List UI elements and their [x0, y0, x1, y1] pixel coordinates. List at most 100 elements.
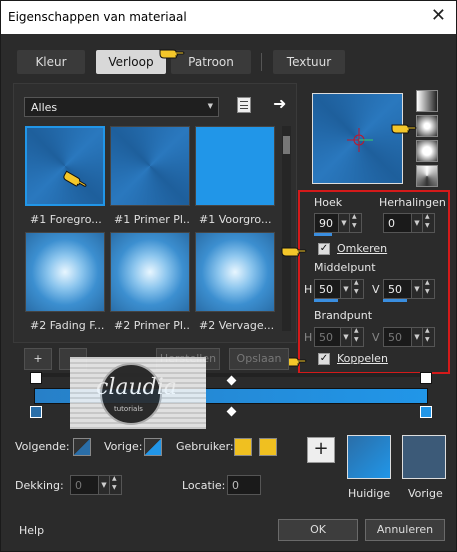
add-color-button[interactable]: +: [307, 437, 335, 463]
spinner-icon: [351, 327, 363, 346]
volgende-label: Volgende:: [15, 440, 70, 453]
scrollbar-thumb[interactable]: [283, 136, 290, 154]
dropdown-icon: ▼: [98, 476, 109, 494]
omkeren-label[interactable]: Omkeren: [337, 242, 387, 255]
midpoint-diamond-bottom[interactable]: [226, 406, 237, 417]
middel-v-input[interactable]: 50 ▼: [383, 279, 435, 299]
spinner-icon[interactable]: [422, 213, 434, 232]
dropdown-icon[interactable]: ▼: [340, 280, 351, 298]
top-left-stop-icon[interactable]: [30, 372, 42, 384]
herhalingen-value: 0: [388, 217, 395, 230]
bottom-right-stop-icon[interactable]: [420, 406, 432, 418]
hoek-input[interactable]: 90 ▼: [314, 213, 362, 233]
brand-h-input: 50 ▼: [314, 327, 364, 347]
rectangular-style-icon[interactable]: [416, 115, 438, 137]
arrow-right-icon[interactable]: ➜: [273, 94, 286, 113]
vorige-swatch-label: Vorige: [408, 487, 443, 500]
middel-h-slider[interactable]: [314, 299, 338, 302]
koppelen-label[interactable]: Koppelen: [337, 352, 388, 365]
scrollbar[interactable]: [282, 126, 291, 331]
radial-style-icon[interactable]: [416, 140, 438, 162]
volgende-swatch[interactable]: [73, 438, 91, 456]
gradient-thumb-1-foreground[interactable]: [25, 126, 105, 206]
locatie-input[interactable]: 0: [227, 475, 261, 495]
hoek-label: Hoek: [314, 196, 343, 209]
hoek-slider[interactable]: [314, 233, 332, 236]
tab-kleur[interactable]: Kleur: [17, 50, 85, 74]
gebruiker-swatch-2[interactable]: [259, 438, 277, 456]
bottom-left-stop-icon[interactable]: [30, 406, 42, 418]
tab-separator: [261, 53, 262, 71]
tab-verloop[interactable]: Verloop: [96, 50, 166, 74]
opslaan-button[interactable]: Opslaan: [229, 348, 289, 370]
file-list-icon[interactable]: [237, 97, 251, 113]
gradient-thumb-1-primer[interactable]: [110, 126, 190, 206]
spinner-icon: [109, 475, 121, 494]
koppelen-checkbox[interactable]: ✓: [318, 353, 330, 365]
brandpunt-label: Brandpunt: [314, 309, 373, 322]
gradient-label: #2 Vervage...: [199, 319, 275, 332]
spinner-icon: [422, 327, 434, 346]
add-gradient-button[interactable]: +: [24, 348, 52, 370]
huidige-swatch[interactable]: [347, 435, 391, 479]
material-properties-dialog: Eigenschappen van materiaal ✕ Kleur Verl…: [0, 0, 457, 552]
locatie-label: Locatie:: [182, 479, 226, 492]
gradient-thumb-1-voorgrond[interactable]: [195, 126, 275, 206]
dropdown-icon[interactable]: ▼: [338, 214, 349, 232]
gebruiker-swatch-1[interactable]: [234, 438, 252, 456]
gebruiker-label: Gebruiker:: [176, 440, 234, 453]
gradient-thumb-2-primer[interactable]: [110, 232, 190, 312]
dekking-value: 0: [75, 479, 82, 492]
pointing-hand-icon: [281, 241, 307, 262]
midpoint-diamond-top[interactable]: [226, 375, 237, 386]
top-right-stop-icon[interactable]: [420, 372, 432, 384]
gradient-preview[interactable]: [312, 93, 403, 184]
vorige-label: Vorige:: [104, 440, 143, 453]
spinner-icon[interactable]: [422, 279, 434, 298]
brand-h-label: H: [304, 331, 313, 344]
dekking-input: 0 ▼: [70, 475, 122, 495]
gradient-label: #2 Primer Pl...: [114, 319, 190, 332]
spinner-icon[interactable]: [351, 279, 363, 298]
help-link[interactable]: Help: [19, 524, 44, 537]
dropdown-icon: ▼: [340, 328, 351, 346]
gradient-thumb-2-vervagen[interactable]: [195, 232, 275, 312]
spinner-icon[interactable]: [349, 213, 361, 232]
huidige-label: Huidige: [348, 487, 391, 500]
hoek-value: 90: [319, 217, 333, 230]
annuleren-button[interactable]: Annuleren: [365, 519, 445, 541]
gradient-label: #1 Primer Pl...: [114, 213, 190, 226]
title-bar: Eigenschappen van materiaal ✕: [1, 1, 456, 34]
middel-v-label: V: [372, 283, 380, 296]
middel-h-label: H: [304, 283, 313, 296]
gradient-thumb-2-fading[interactable]: [25, 232, 105, 312]
watermark-text: claudia: [96, 375, 177, 400]
chevron-down-icon: ▼: [207, 102, 213, 110]
close-icon[interactable]: ✕: [431, 7, 446, 25]
dropdown-icon[interactable]: ▼: [411, 280, 422, 298]
brand-v-label: V: [372, 331, 380, 344]
vorige-swatch-small[interactable]: [144, 438, 162, 456]
category-select[interactable]: Alles ▼: [24, 97, 219, 117]
locatie-value: 0: [232, 479, 239, 492]
dekking-label: Dekking:: [15, 479, 64, 492]
vorige-swatch[interactable]: [402, 435, 446, 479]
pointing-hand-icon: [63, 170, 87, 187]
middel-v-slider[interactable]: [383, 299, 407, 302]
gradient-label: #2 Fading F...: [30, 319, 105, 332]
ok-button[interactable]: OK: [278, 519, 358, 541]
tab-textuur[interactable]: Textuur: [273, 50, 345, 74]
watermark-logo: claudia tutorials: [70, 357, 206, 429]
dropdown-icon[interactable]: ▼: [411, 214, 422, 232]
pointing-hand-icon: [159, 43, 185, 64]
herhalingen-input[interactable]: 0 ▼: [383, 213, 435, 233]
gradient-label: #1 Foregro...: [30, 213, 102, 226]
watermark-subtext: tutorials: [114, 405, 143, 413]
linear-style-icon[interactable]: [416, 90, 438, 112]
sunburst-style-icon[interactable]: [416, 165, 438, 187]
window-title: Eigenschappen van materiaal: [8, 10, 187, 24]
omkeren-checkbox[interactable]: ✓: [318, 243, 330, 255]
middel-h-input[interactable]: 50 ▼: [314, 279, 364, 299]
brand-v-input: 50 ▼: [383, 327, 435, 347]
center-crosshair-icon: [347, 128, 373, 152]
